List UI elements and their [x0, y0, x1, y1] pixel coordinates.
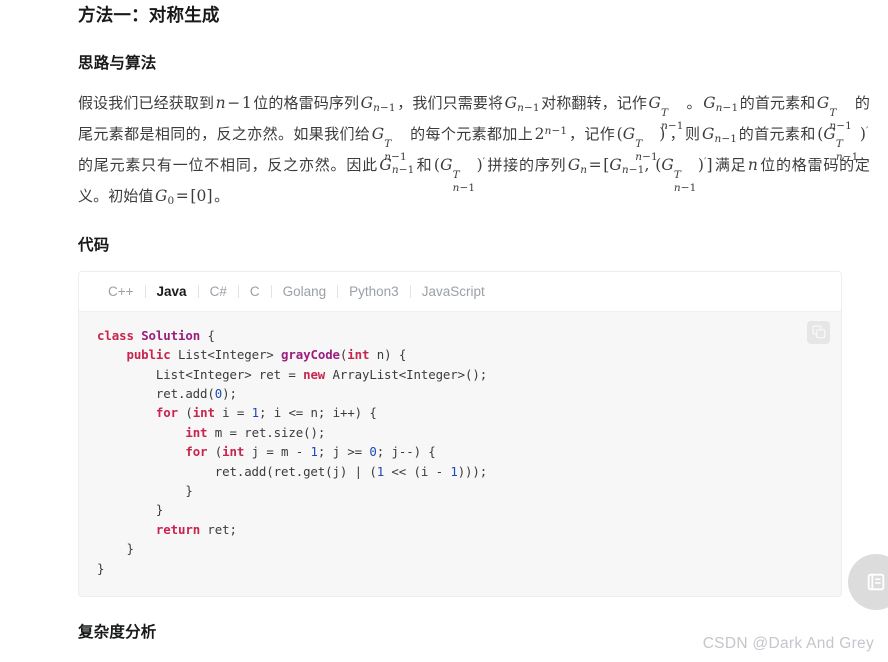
para-text-6: 的首元素和 — [739, 94, 816, 112]
math-g-n-minus-1-d: Gn−1 — [701, 124, 737, 145]
math-g0-equals-zero: G0=[0] — [155, 186, 213, 207]
para-text-3: ，我们只需要将 — [397, 94, 504, 112]
math-g-t-prime-c: (G Tn−1)′ — [433, 155, 486, 194]
page-title: 方法一：对称生成 — [78, 5, 220, 25]
math-g-n-minus-1-c: Gn−1 — [703, 93, 739, 114]
tab-cpp[interactable]: C++ — [97, 284, 145, 299]
para-text-12: 的尾元素只有一位不相同，反之亦然。因此 — [78, 156, 378, 174]
para-text-5: 。 — [686, 94, 702, 112]
copy-code-button[interactable] — [807, 320, 830, 344]
math-n-bits: n — [747, 155, 759, 174]
code-card: C++ Java C# C Golang Python3 JavaScript — [78, 270, 842, 598]
watermark: CSDN @Dark And Grey — [702, 635, 874, 652]
math-g-n-minus-1-a: Gn−1 — [360, 93, 396, 114]
para-text-4: 对称翻转，记作 — [541, 94, 648, 112]
tab-c[interactable]: C — [239, 284, 271, 299]
para-text-11: 的首元素和 — [738, 125, 816, 143]
para-text-1: 假设我们已经获取到 — [78, 94, 215, 112]
notebook-icon — [867, 573, 885, 591]
complexity-list: 时间复杂度：O(2n)，其中n为格雷码序列的位数。递推过程的时间复杂度为O(∑n… — [78, 657, 870, 662]
math-g-t-n-minus-1-c: G Tn−1 — [371, 124, 407, 163]
tab-python3[interactable]: Python3 — [338, 284, 410, 299]
article-content: 方法一：对称生成 思路与算法 假设我们已经获取到n−1 位的格雷码序列Gn−1 ，我… — [78, 0, 870, 662]
article-page: 方法一：对称生成 思路与算法 假设我们已经获取到n−1 位的格雷码序列Gn−1 ，我… — [0, 0, 888, 662]
math-g-n-minus-1-b: Gn−1 — [504, 93, 540, 114]
math-g-t-n-minus-1-b: G Tn−1 — [816, 93, 852, 132]
para-text-9: ，记作 — [568, 125, 616, 143]
algorithm-paragraph: 假设我们已经获取到n−1 位的格雷码序列Gn−1 ，我们只需要将Gn−1 对称翻转，记… — [78, 88, 870, 212]
heading-idea-and-algorithm: 思路与算法 — [78, 55, 157, 73]
tab-javascript[interactable]: JavaScript — [411, 284, 496, 299]
math-g-t-n-minus-1-a: G Tn−1 — [648, 93, 684, 132]
code-source[interactable]: class Solution { public List<Integer> gr… — [97, 326, 823, 578]
copy-icon — [811, 325, 825, 339]
para-text-8: 的每个元素都加上 — [409, 125, 534, 143]
math-2-pow-n-minus-1: 2n−1 — [534, 124, 568, 143]
math-n-minus-1: n−1 — [215, 93, 252, 112]
para-text-13: 和 — [415, 156, 433, 174]
para-text-15: 满足 — [714, 156, 747, 174]
tab-csharp[interactable]: C# — [199, 284, 238, 299]
tab-java[interactable]: Java — [146, 284, 198, 299]
heading-code: 代码 — [78, 236, 110, 254]
list-item: 时间复杂度：O(2n)，其中n为格雷码序列的位数。递推过程的时间复杂度为O(∑n… — [85, 657, 870, 662]
para-text-2: 位的格雷码序列 — [253, 94, 360, 112]
para-text-14: 拼接的序列 — [486, 156, 567, 174]
code-body: class Solution { public List<Integer> gr… — [79, 311, 841, 597]
para-text-17: 。 — [214, 187, 230, 205]
language-tab-bar: C++ Java C# C Golang Python3 JavaScript — [79, 271, 841, 312]
tab-golang[interactable]: Golang — [272, 284, 338, 299]
